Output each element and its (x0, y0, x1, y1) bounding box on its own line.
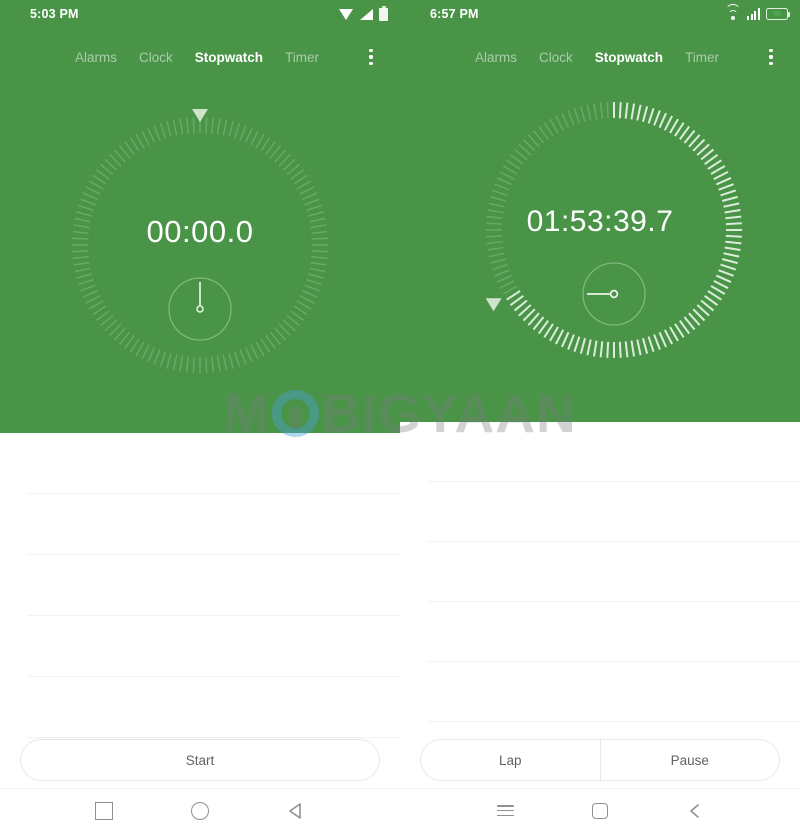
subdial-center-dot (609, 289, 619, 299)
action-pill-right: Lap Pause (420, 739, 780, 781)
tab-alarms[interactable]: Alarms (475, 50, 517, 65)
lap-row (27, 494, 400, 555)
lap-list-right[interactable] (400, 422, 800, 722)
wifi-icon (339, 8, 354, 20)
status-bar-icons: 45 (725, 4, 791, 20)
lap-list-left[interactable] (0, 433, 400, 738)
phone-screenshot-right: 6:57 PM 45 Alarms Clock Stopwatch Timer (400, 0, 800, 832)
stopwatch-time-display: 01:53:39.7 (526, 205, 674, 238)
lap-row (27, 433, 400, 494)
signal-icon (360, 8, 373, 20)
battery-icon (379, 5, 388, 21)
dial-marker-icon (192, 109, 208, 122)
android-navigation-bar-right (400, 788, 800, 832)
tab-bar-left: Alarms Clock Stopwatch Timer (0, 40, 400, 74)
lap-row (427, 542, 800, 602)
subdial-center-dot (196, 305, 204, 313)
lap-row (427, 662, 800, 722)
stopwatch-time-display: 00:00.0 (146, 214, 254, 249)
action-bar-left: Start (0, 732, 400, 788)
tab-timer[interactable]: Timer (285, 50, 319, 65)
dial-marker-icon (485, 298, 502, 312)
lap-row (427, 482, 800, 542)
lap-row (27, 677, 400, 738)
action-bar-right: Lap Pause (400, 732, 800, 788)
wifi-icon (725, 4, 742, 20)
tab-clock[interactable]: Clock (539, 50, 573, 65)
lap-row (27, 616, 400, 677)
signal-icon (747, 8, 760, 20)
tab-stopwatch[interactable]: Stopwatch (195, 50, 263, 65)
circle-icon[interactable] (191, 801, 209, 820)
status-bar-left: 5:03 PM (0, 0, 400, 28)
lap-row (427, 602, 800, 662)
phone-screenshot-left: 5:03 PM Alarms Clock Stopwatch Timer 00:… (0, 0, 400, 832)
tab-list-left: Alarms Clock Stopwatch Timer (0, 50, 319, 65)
tab-bar-right: Alarms Clock Stopwatch Timer (400, 40, 800, 74)
status-bar-clock: 5:03 PM (30, 7, 79, 21)
tab-stopwatch[interactable]: Stopwatch (595, 50, 663, 65)
triangle-back-icon[interactable] (287, 802, 305, 820)
battery-level-label: 45 (773, 9, 781, 19)
chevron-back-icon[interactable] (686, 802, 704, 820)
action-pill-left: Start (20, 739, 380, 781)
more-vertical-icon[interactable] (362, 48, 380, 66)
lap-row (427, 422, 800, 482)
start-button[interactable]: Start (21, 740, 379, 780)
more-vertical-icon[interactable] (762, 48, 780, 66)
tab-alarms[interactable]: Alarms (75, 50, 117, 65)
tab-clock[interactable]: Clock (139, 50, 173, 65)
lap-row (27, 555, 400, 616)
status-bar-icons (339, 5, 388, 21)
menu-icon[interactable] (496, 805, 514, 816)
lap-button[interactable]: Lap (421, 740, 600, 780)
square-icon[interactable] (95, 801, 113, 820)
tab-list-right: Alarms Clock Stopwatch Timer (400, 50, 719, 65)
battery-icon: 45 (766, 8, 791, 20)
screenshot-root: 5:03 PM Alarms Clock Stopwatch Timer 00:… (0, 0, 800, 832)
tab-timer[interactable]: Timer (685, 50, 719, 65)
stopwatch-dial-right (400, 95, 800, 385)
pause-button[interactable]: Pause (601, 740, 780, 780)
status-bar-right: 6:57 PM 45 (400, 0, 800, 28)
android-navigation-bar-left (0, 788, 400, 832)
square-rounded-icon[interactable] (591, 802, 608, 819)
status-bar-clock: 6:57 PM (430, 7, 479, 21)
stopwatch-dial-graphic (485, 102, 742, 358)
